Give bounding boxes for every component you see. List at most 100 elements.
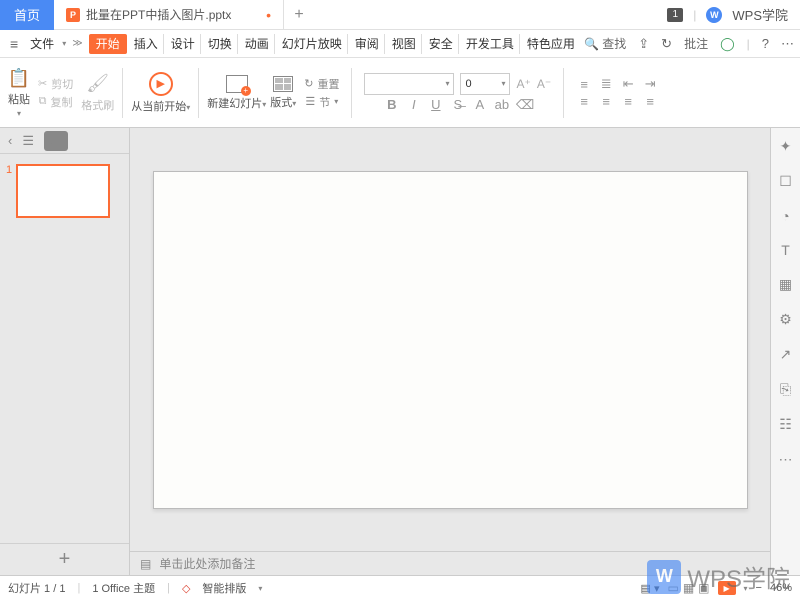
- tab-transition[interactable]: 切换: [203, 34, 238, 54]
- ribbon-toolbar: 📋 粘贴▾ ✂ 剪切 ⧉ 复制 🖌 格式刷 ▶ 从当前开始▾ 新建幻灯片▾ 版式…: [0, 58, 800, 128]
- notes-bar[interactable]: ▤ 单击此处添加备注: [130, 551, 770, 575]
- thumb-preview: [16, 164, 110, 218]
- clipboard-icon: 📋: [8, 67, 30, 89]
- shape-icon[interactable]: ◔: [781, 208, 789, 224]
- zoom-out-button[interactable]: −: [756, 582, 762, 594]
- smart-layout-button[interactable]: 智能排版: [202, 580, 246, 596]
- tab-start[interactable]: 开始: [89, 34, 127, 54]
- decrease-font-icon[interactable]: A⁻: [537, 77, 551, 91]
- hamburger-icon[interactable]: ≡: [6, 36, 22, 52]
- slide-position: 幻灯片 1 / 1: [8, 580, 65, 596]
- copy-button[interactable]: ⧉ 复制: [39, 94, 73, 110]
- right-sidebar: ✦ ☐ ◔ T ▦ ⚙ ↗ ⎘ ☷ ⋯: [770, 128, 800, 575]
- sync-icon[interactable]: ◯: [720, 36, 735, 52]
- layers-icon[interactable]: ☷: [779, 416, 792, 433]
- home-tab[interactable]: 首页: [0, 0, 54, 30]
- section-button[interactable]: ☰ 节▾: [305, 94, 338, 110]
- reading-view-icon[interactable]: ▣: [698, 581, 709, 595]
- tab-insert[interactable]: 插入: [129, 34, 164, 54]
- cut-button[interactable]: ✂ 剪切: [38, 76, 73, 92]
- format-painter-button[interactable]: 🖌 格式刷: [81, 73, 114, 113]
- from-current-button[interactable]: ▶ 从当前开始▾: [131, 72, 190, 114]
- annotate-button[interactable]: 批注: [684, 35, 708, 52]
- normal-view-icon[interactable]: ▭: [667, 581, 678, 595]
- share-icon[interactable]: ⇪: [638, 36, 649, 52]
- align-center-icon[interactable]: ≡: [598, 94, 614, 109]
- more-icon[interactable]: ⋯: [781, 36, 794, 52]
- object-icon[interactable]: ☐: [779, 173, 792, 190]
- menubar: ≡ 文件 ▾ ≫ 开始 插入 设计 切换 动画 幻灯片放映 审阅 视图 安全 开…: [0, 30, 800, 58]
- highlight-button[interactable]: ab: [494, 97, 510, 112]
- increase-font-icon[interactable]: A⁺: [516, 77, 530, 91]
- indent-left-icon[interactable]: ⇤: [620, 76, 636, 92]
- notes-toggle-icon[interactable]: ▤ ▾: [641, 582, 660, 595]
- theme-label[interactable]: 1 Office 主题: [92, 580, 155, 596]
- tab-design[interactable]: 设计: [166, 34, 201, 54]
- italic-button[interactable]: I: [406, 97, 422, 112]
- unsaved-indicator: •: [266, 7, 271, 23]
- paste-button[interactable]: 📋 粘贴▾: [8, 67, 30, 118]
- strike-button[interactable]: S̶: [450, 97, 466, 112]
- tab-slideshow[interactable]: 幻灯片放映: [277, 34, 348, 54]
- tab-animation[interactable]: 动画: [240, 34, 275, 54]
- canvas-area: ▤ 单击此处添加备注: [130, 128, 770, 575]
- notes-placeholder: 单击此处添加备注: [159, 555, 255, 572]
- slideshow-button[interactable]: ▶: [718, 581, 736, 595]
- slide-canvas[interactable]: [153, 171, 748, 509]
- new-slide-button[interactable]: 新建幻灯片▾: [207, 75, 266, 111]
- reset-button[interactable]: ↻ 重置: [304, 76, 339, 92]
- font-size-select[interactable]: 0▾: [460, 73, 510, 95]
- titlebar: 首页 P 批量在PPT中插入图片.pptx • + 1 | W WPS学院: [0, 0, 800, 30]
- tab-special[interactable]: 特色应用: [522, 34, 580, 54]
- bullet-list-icon[interactable]: ≡: [576, 77, 592, 92]
- settings-icon[interactable]: ⚙: [779, 311, 792, 328]
- grid-icon[interactable]: ▦: [779, 276, 792, 293]
- layout-icon: [273, 76, 293, 92]
- bold-button[interactable]: B: [384, 97, 400, 112]
- notification-badge[interactable]: 1: [667, 8, 683, 22]
- brand-label: WPS学院: [732, 5, 788, 24]
- document-name: 批量在PPT中插入图片.pptx: [86, 6, 231, 23]
- document-tab[interactable]: P 批量在PPT中插入图片.pptx •: [54, 0, 284, 30]
- file-menu[interactable]: 文件: [24, 35, 60, 52]
- clear-format-button[interactable]: ⌫: [516, 97, 532, 113]
- tab-review[interactable]: 审阅: [350, 34, 385, 54]
- indent-right-icon[interactable]: ⇥: [642, 76, 658, 92]
- more-tools-icon[interactable]: ⋯: [779, 451, 793, 468]
- zoom-level[interactable]: 46%: [770, 582, 792, 594]
- sparkle-icon[interactable]: ✦: [780, 138, 792, 155]
- search-button[interactable]: 🔍 查找: [584, 35, 626, 52]
- panel-back-icon[interactable]: ‹: [8, 133, 12, 148]
- slide-thumbnail[interactable]: 1: [6, 164, 123, 218]
- link-icon[interactable]: ⎘: [780, 381, 791, 398]
- menu-overflow-icon[interactable]: ≫: [68, 38, 86, 49]
- notes-icon: ▤: [140, 557, 151, 571]
- tab-devtools[interactable]: 开发工具: [461, 34, 520, 54]
- font-family-select[interactable]: ▾: [364, 73, 454, 95]
- align-justify-icon[interactable]: ≡: [642, 94, 658, 109]
- file-dropdown-caret[interactable]: ▾: [62, 39, 66, 48]
- tab-view[interactable]: 视图: [387, 34, 422, 54]
- play-icon: ▶: [149, 72, 173, 96]
- arrow-icon[interactable]: ↗: [780, 346, 792, 363]
- slide-panel: ‹ ☰ ▭ 1 +: [0, 128, 130, 575]
- align-right-icon[interactable]: ≡: [620, 94, 636, 109]
- layout-button[interactable]: 版式▾: [270, 76, 296, 110]
- text-icon[interactable]: T: [781, 242, 790, 258]
- smart-layout-icon: ◇: [182, 582, 190, 595]
- add-slide-button[interactable]: +: [0, 543, 129, 575]
- thumbnail-view-icon[interactable]: ▭: [44, 131, 68, 151]
- align-left-icon[interactable]: ≡: [576, 94, 592, 109]
- help-icon[interactable]: ?: [762, 36, 769, 51]
- sorter-view-icon[interactable]: ▦: [683, 581, 694, 595]
- outline-view-icon[interactable]: ☰: [22, 133, 34, 149]
- new-tab-button[interactable]: +: [284, 0, 314, 30]
- ppt-file-icon: P: [66, 8, 80, 22]
- number-list-icon[interactable]: ≣: [598, 76, 614, 92]
- history-icon[interactable]: ↻: [661, 36, 672, 52]
- font-color-button[interactable]: A: [472, 97, 488, 112]
- underline-button[interactable]: U: [428, 97, 444, 112]
- workspace: ‹ ☰ ▭ 1 + ▤ 单击此处添加备注 ✦ ☐ ◔ T ▦ ⚙ ↗ ⎘ ☷ ⋯: [0, 128, 800, 575]
- new-slide-icon: [226, 75, 248, 93]
- tab-security[interactable]: 安全: [424, 34, 459, 54]
